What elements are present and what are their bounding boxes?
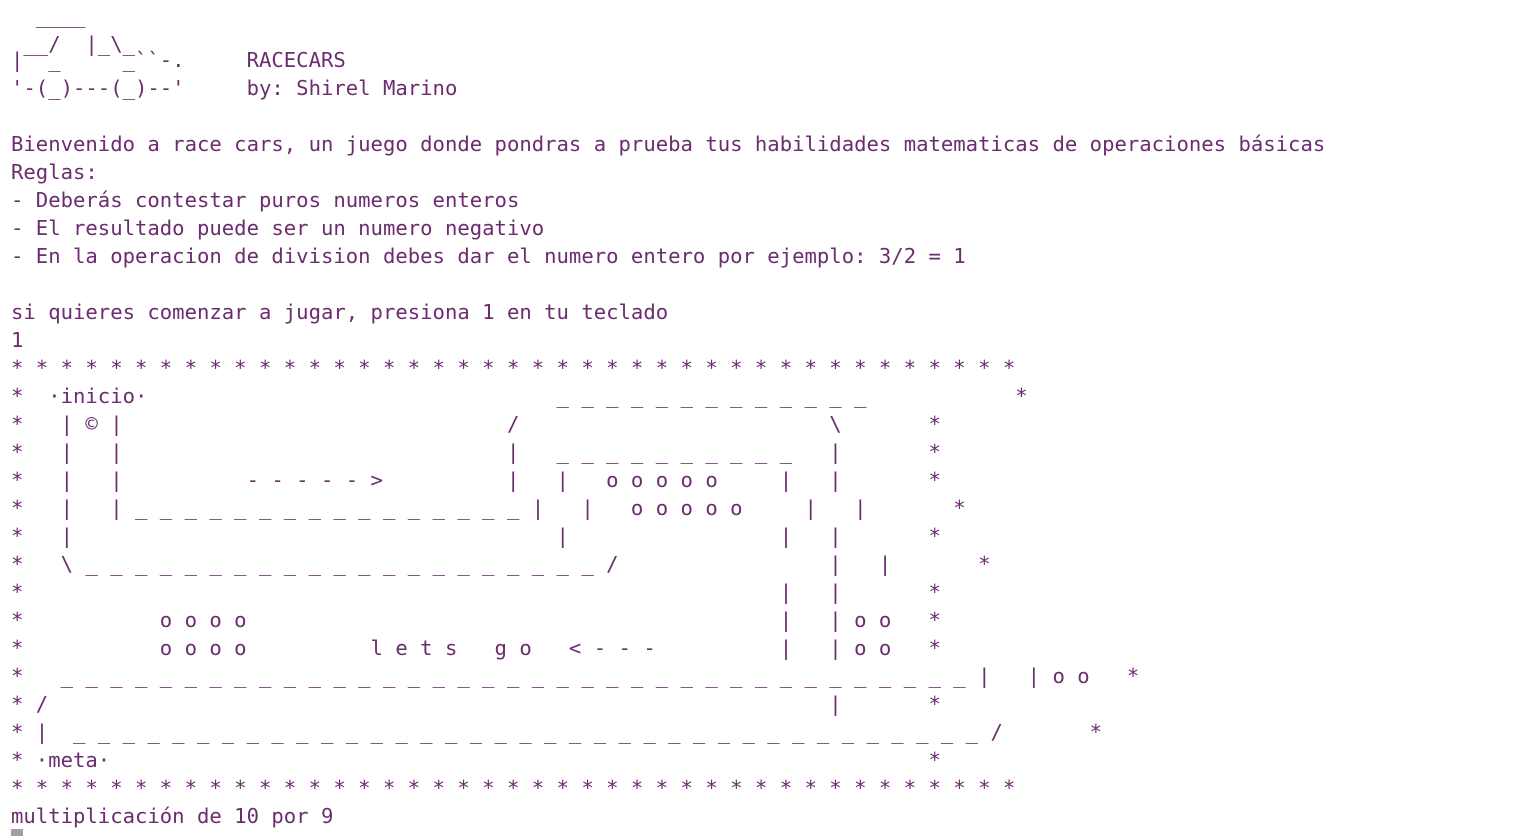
- rule-item: - El resultado puede ser un numero negat…: [11, 216, 545, 240]
- track-row: * \ _ _ _ _ _ _ _ _ _ _ _ _ _ _ _ _ _ _ …: [11, 552, 991, 576]
- track-row: * | | | | *: [11, 524, 941, 548]
- track-border-top: * * * * * * * * * * * * * * * * * * * * …: [11, 356, 1016, 380]
- track-row: * ·inicio· _ _ _ _ _ _ _ _ _ _ _ _ _ *: [11, 384, 1028, 408]
- track-row: * ·meta· *: [11, 748, 941, 772]
- track-row: * | | _ _ _ _ _ _ _ _ _ _ _ _ _ _ _ _ | …: [11, 496, 966, 520]
- welcome-message: Bienvenido a race cars, un juego donde p…: [11, 132, 1326, 156]
- track-row: * | | | _ _ _ _ _ _ _ _ _ _ | *: [11, 440, 941, 464]
- rule-item: - Deberás contestar puros numeros entero…: [11, 188, 520, 212]
- rules-heading: Reglas:: [11, 160, 98, 184]
- terminal-window[interactable]: ____ __/ |_\_ | _ _``-. RACECARS '-(_)--…: [0, 0, 1540, 836]
- track-row: * _ _ _ _ _ _ _ _ _ _ _ _ _ _ _ _ _ _ _ …: [11, 664, 1140, 688]
- track-row: * | | *: [11, 580, 941, 604]
- terminal-cursor[interactable]: [11, 829, 23, 836]
- track-row: * | © | / \ *: [11, 412, 941, 436]
- math-question: multiplicación de 10 por 9: [11, 804, 334, 828]
- start-prompt: si quieres comenzar a jugar, presiona 1 …: [11, 300, 669, 324]
- track-border-bottom: * * * * * * * * * * * * * * * * * * * * …: [11, 776, 1016, 800]
- user-input-echo: 1: [11, 328, 24, 352]
- track-row: * o o o o | | o o *: [11, 608, 941, 632]
- ascii-car-wheels-author: '-(_)---(_)--' by: Shirel Marino: [11, 76, 458, 100]
- track-row: * | _ _ _ _ _ _ _ _ _ _ _ _ _ _ _ _ _ _ …: [11, 720, 1103, 744]
- track-row: * | | - - - - - > | | o o o o o | | *: [11, 468, 941, 492]
- track-row: * o o o o l e t s g o < - - - | | o o *: [11, 636, 941, 660]
- track-row: * / | *: [11, 692, 941, 716]
- rule-item: - En la operacion de division debes dar …: [11, 244, 966, 268]
- ascii-car-roof: ____: [11, 4, 86, 28]
- ascii-car-body-title: | _ _``-. RACECARS: [11, 48, 346, 72]
